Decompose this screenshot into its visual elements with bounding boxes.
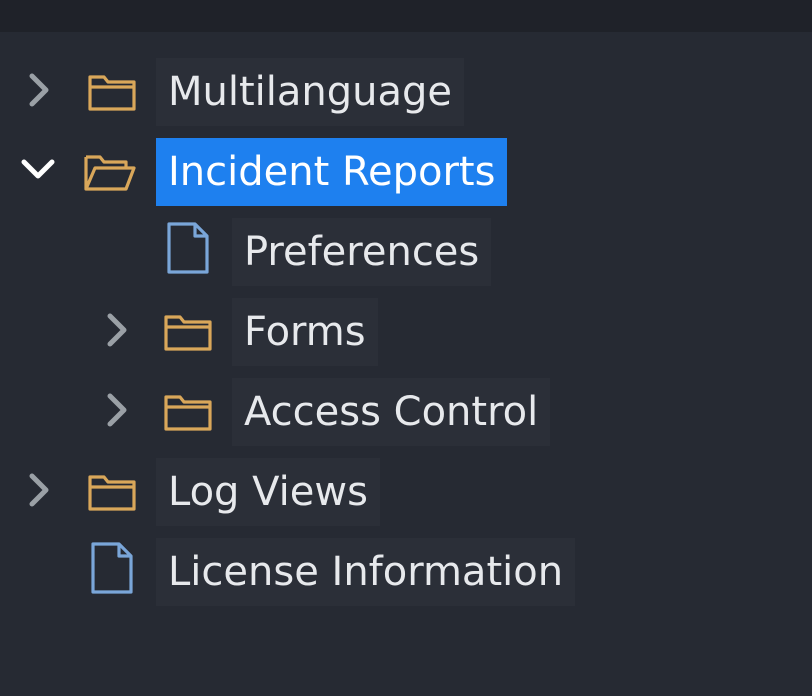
folder-icon xyxy=(84,63,140,119)
tree-item-label[interactable]: Multilanguage xyxy=(156,58,465,126)
chevron-right-icon[interactable] xyxy=(96,390,136,430)
file-icon xyxy=(84,540,140,596)
tree-item-label[interactable]: License Information xyxy=(156,538,576,606)
tree-item-incident-reports[interactable]: Incident Reports xyxy=(0,136,812,216)
tree-view: Multilanguage Incident Reports Preferenc… xyxy=(0,32,812,696)
tree-item-license-information[interactable]: License Information xyxy=(0,536,812,616)
tree-item-access-control[interactable]: Access Control xyxy=(0,376,812,456)
chevron-right-icon[interactable] xyxy=(18,470,58,510)
tree-item-label[interactable]: Log Views xyxy=(156,458,380,526)
tree-item-forms[interactable]: Forms xyxy=(0,296,812,376)
tree-item-log-views[interactable]: Log Views xyxy=(0,456,812,536)
folder-icon xyxy=(160,383,216,439)
chevron-right-icon[interactable] xyxy=(18,70,58,110)
chevron-right-icon[interactable] xyxy=(96,310,136,350)
tree-item-multilanguage[interactable]: Multilanguage xyxy=(0,56,812,136)
file-icon xyxy=(160,220,216,276)
top-toolbar-strip xyxy=(0,0,812,32)
chevron-down-icon[interactable] xyxy=(18,150,58,190)
folder-open-icon xyxy=(82,143,138,199)
tree-item-label[interactable]: Forms xyxy=(232,298,378,366)
tree-item-label[interactable]: Incident Reports xyxy=(156,138,508,206)
folder-icon xyxy=(160,303,216,359)
tree-item-preferences[interactable]: Preferences xyxy=(0,216,812,296)
tree-item-label[interactable]: Preferences xyxy=(232,218,492,286)
folder-icon xyxy=(84,463,140,519)
tree-item-label[interactable]: Access Control xyxy=(232,378,551,446)
